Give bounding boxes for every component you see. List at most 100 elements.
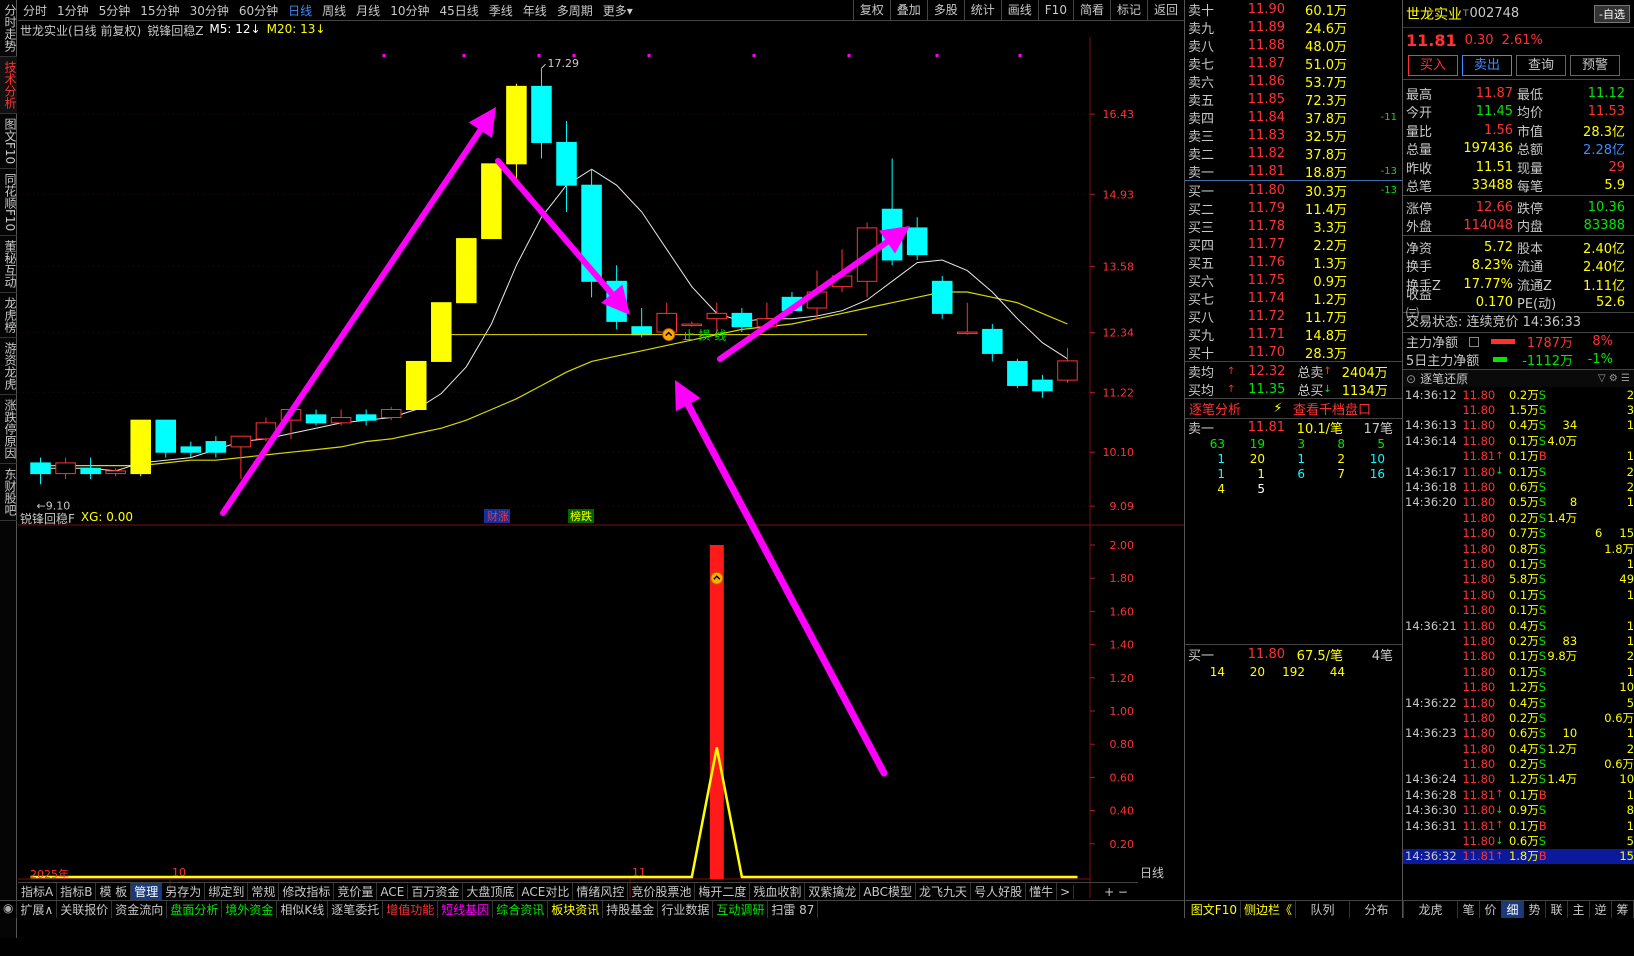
chart-tool-button[interactable]: 复权 xyxy=(852,0,890,21)
query-button[interactable]: 查询 xyxy=(1516,55,1566,76)
tick-side: B xyxy=(1538,449,1547,464)
vtab-item[interactable]: 东财股吧 xyxy=(0,464,17,522)
indicator-tab[interactable]: 百万资金 xyxy=(408,883,464,900)
buy-button[interactable]: 买入 xyxy=(1408,55,1458,76)
chart-tool-button[interactable]: 标记 xyxy=(1109,0,1147,21)
period-tab[interactable]: 1分钟 xyxy=(52,2,94,19)
vtab-item[interactable]: 龙虎榜 xyxy=(0,293,17,339)
indicator-tab[interactable]: 情绪风控 xyxy=(573,883,629,900)
status-item[interactable]: 扩展∧ xyxy=(17,901,58,918)
indicator-tab[interactable]: 大盘顶底 xyxy=(463,883,519,900)
indicator-tab[interactable]: 绑定到 xyxy=(205,883,249,900)
indicator-tab[interactable]: 懂牛 xyxy=(1026,883,1058,900)
vtab-item[interactable]: 董秘互动 xyxy=(0,236,17,294)
quote-cell: 12.66 xyxy=(1475,199,1513,215)
period-tab[interactable]: 季线 xyxy=(484,2,518,19)
ticks-list[interactable]: 14:36:12 11.80 0.2万 S 2 11.80 1.5万 S 3 14:36:13 11… xyxy=(1403,387,1634,865)
level-price: 11.85 xyxy=(1247,91,1285,107)
status-item[interactable]: 盘面分析 xyxy=(167,901,223,918)
collapse-icon[interactable]: ⊙ xyxy=(1406,372,1416,386)
vtab-item[interactable]: 分时走势 xyxy=(0,0,17,57)
indicator-tab[interactable]: 竞价量 xyxy=(334,883,378,900)
indicator-tab[interactable]: 常规 xyxy=(248,883,280,900)
period-tab[interactable]: 15分钟 xyxy=(135,2,184,19)
tick-count-c: 1 xyxy=(1626,618,1634,633)
status-item[interactable]: 综合资讯 xyxy=(493,901,549,918)
indicator-tab[interactable]: ABC模型 xyxy=(860,883,917,900)
vtab-item[interactable]: 图文F10 xyxy=(0,114,17,170)
indicator-tab[interactable]: 双紫擒龙 xyxy=(805,883,861,900)
chart-tool-button[interactable]: 返回 xyxy=(1146,0,1184,21)
indicator-tab[interactable]: ACE xyxy=(377,884,409,899)
indicator-name[interactable]: 锐锋回稳Z xyxy=(147,22,203,39)
indicator-tab[interactable]: 残血收割 xyxy=(750,883,806,900)
expand-icon[interactable]: ◉ xyxy=(0,901,18,918)
zoom-buttons[interactable]: + − xyxy=(1101,885,1138,899)
status-item[interactable]: 短线基因 xyxy=(438,901,494,918)
watchlist-button[interactable]: -自选 xyxy=(1594,4,1630,23)
chart-tool-button[interactable]: 多股 xyxy=(926,0,964,21)
period-tab[interactable]: 日线 xyxy=(283,2,317,19)
indicator-tab[interactable]: 号人好股 xyxy=(971,883,1027,900)
marker-label: 财涨 xyxy=(487,509,509,523)
chart-tool-button[interactable]: 叠加 xyxy=(889,0,927,21)
status-item[interactable]: 增值功能 xyxy=(383,901,439,918)
level-label: 买十 xyxy=(1188,346,1215,362)
vtab-item[interactable]: 游资龙虎 xyxy=(0,338,17,396)
status-item[interactable]: 关联报价 xyxy=(57,901,113,918)
period-tab[interactable]: 30分钟 xyxy=(185,2,234,19)
period-tab[interactable]: 分时 xyxy=(18,2,52,19)
sub-indicator-name[interactable]: 锐锋回稳F xyxy=(20,510,75,527)
tick-row: 11.80 0.2万 S 0.6万 xyxy=(1403,710,1634,725)
indicator-tab[interactable]: 管理 xyxy=(131,883,163,900)
period-tab[interactable]: 10分钟 xyxy=(385,2,434,19)
indicator-tab[interactable]: 龙飞九天 xyxy=(916,883,972,900)
period-tab[interactable]: 45日线 xyxy=(434,2,483,19)
status-item[interactable]: 资金流向 xyxy=(112,901,168,918)
indicator-tab[interactable]: 指标A xyxy=(18,883,58,900)
chart-tool-button[interactable]: 统计 xyxy=(963,0,1001,21)
ticks-tools-icon[interactable]: ▽ ⚙ ☰ xyxy=(1598,373,1630,384)
ask-level: 卖六 11.86 53.7万 xyxy=(1185,72,1402,91)
sell-button[interactable]: 卖出 xyxy=(1462,55,1512,76)
indicator-tab[interactable]: 梅开二度 xyxy=(695,883,751,900)
period-tab[interactable]: 5分钟 xyxy=(94,2,136,19)
period-tab[interactable]: 更多▾ xyxy=(598,2,638,19)
level-label: 买八 xyxy=(1188,310,1215,326)
vtab-item[interactable]: 技术分析 xyxy=(0,57,17,114)
status-item[interactable]: 扫雷 87 xyxy=(768,901,819,918)
tick-price: 11.80 xyxy=(1462,387,1496,402)
alert-button[interactable]: 预警 xyxy=(1570,55,1620,76)
indicator-tab[interactable]: 另存为 xyxy=(162,883,206,900)
period-tab[interactable]: 多周期 xyxy=(552,2,598,19)
period-tab[interactable]: 周线 xyxy=(317,2,351,19)
status-item[interactable]: 持股基金 xyxy=(603,901,659,918)
indicator-tab[interactable]: 修改指标 xyxy=(279,883,335,900)
tick-direction-icon: ↑ xyxy=(1495,850,1504,862)
status-item[interactable]: 互动调研 xyxy=(713,901,769,918)
indicator-tabs-more[interactable]: > xyxy=(1057,884,1075,899)
chart-tool-button[interactable]: 画线 xyxy=(1000,0,1038,21)
chart-tool-button[interactable]: 简看 xyxy=(1072,0,1110,21)
indicator-tab[interactable]: 竞价股票池 xyxy=(628,883,696,900)
period-tab[interactable]: 月线 xyxy=(351,2,385,19)
indicator-tab[interactable]: 指标B xyxy=(57,883,97,900)
status-item[interactable]: 境外资金 xyxy=(222,901,278,918)
status-item[interactable]: 相似K线 xyxy=(277,901,329,918)
chart-tool-button[interactable]: F10 xyxy=(1037,0,1073,21)
view-1000-depth-link[interactable]: 查看千档盘口 xyxy=(1293,399,1371,418)
quote-row: 收益㈢ 0.170 PE(动) 52.6 xyxy=(1403,288,1634,322)
tick-price: 11.80 xyxy=(1462,603,1496,618)
kline-chart[interactable]: 16.43 14.93 13.58 12.34 11.22 10.10 9.09 2.00 1.… xyxy=(18,21,1184,914)
quote-stats: 最高 11.87 最低 11.12 今开 11.45 均价 11.53 量比 1.56 市值 28.3… xyxy=(1403,80,1634,196)
indicator-tab[interactable]: ACE对比 xyxy=(518,883,574,900)
status-item[interactable]: 板块资讯 xyxy=(548,901,604,918)
status-item[interactable]: 逐笔委托 xyxy=(328,901,384,918)
period-tab[interactable]: 60分钟 xyxy=(234,2,283,19)
indicator-tab[interactable]: 模 板 xyxy=(96,883,132,900)
status-item[interactable]: 行业数据 xyxy=(658,901,714,918)
period-tab[interactable]: 年线 xyxy=(518,2,552,19)
vtab-item[interactable]: 涨跌停原因 xyxy=(0,395,17,465)
zb-analysis-tab[interactable]: 逐笔分析 xyxy=(1185,399,1263,418)
vtab-item[interactable]: 同花顺F10 xyxy=(0,169,17,237)
